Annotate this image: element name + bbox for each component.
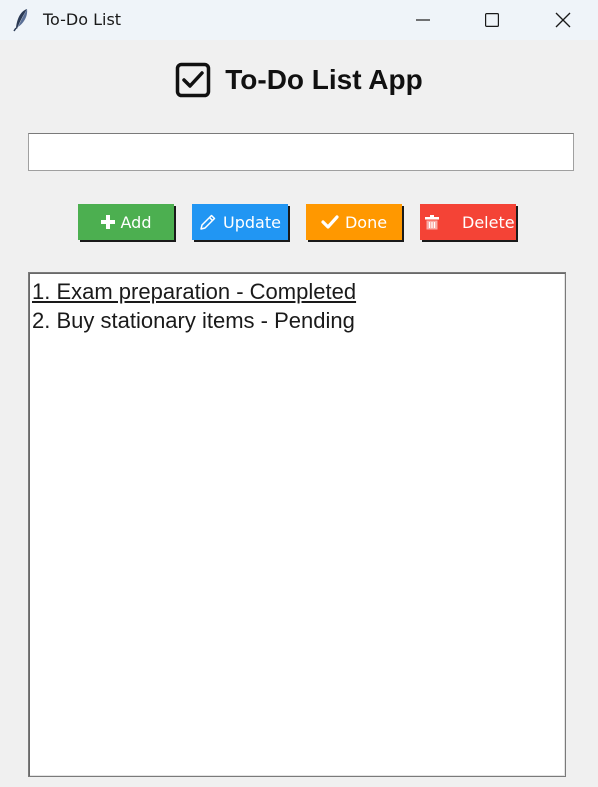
close-icon: [555, 12, 571, 28]
page-title: To-Do List App: [225, 64, 423, 95]
pencil-icon: [199, 213, 217, 231]
trash-icon: [424, 213, 440, 231]
feather-icon: [13, 9, 28, 32]
checkbox-icon: [175, 62, 211, 98]
checkmark-icon: [321, 214, 339, 230]
done-button[interactable]: Done: [306, 204, 402, 240]
page-heading: To-Do List App: [0, 60, 598, 100]
window-title: To-Do List: [43, 10, 122, 29]
maximize-icon: [485, 13, 499, 27]
app-window: To-Do List To-Do List App Add Update Don…: [0, 0, 598, 787]
delete-button-label: Delete: [462, 212, 515, 232]
delete-button[interactable]: Delete: [420, 204, 516, 240]
add-button-label: Add: [120, 212, 152, 232]
maximize-button[interactable]: [469, 0, 515, 40]
plus-icon: [100, 215, 115, 229]
close-button[interactable]: [540, 0, 586, 40]
title-bar[interactable]: To-Do List: [0, 0, 598, 40]
task-input[interactable]: [28, 133, 574, 171]
minimize-icon: [416, 19, 430, 21]
list-item[interactable]: 2. Buy stationary items - Pending: [32, 306, 562, 335]
update-button[interactable]: Update: [192, 204, 288, 240]
minimize-button[interactable]: [400, 0, 446, 40]
list-item[interactable]: 1. Exam preparation - Completed: [32, 277, 562, 306]
update-button-label: Update: [223, 212, 281, 232]
add-button[interactable]: Add: [78, 204, 174, 240]
done-button-label: Done: [344, 212, 388, 232]
task-listbox[interactable]: 1. Exam preparation - Completed 2. Buy s…: [28, 272, 566, 777]
